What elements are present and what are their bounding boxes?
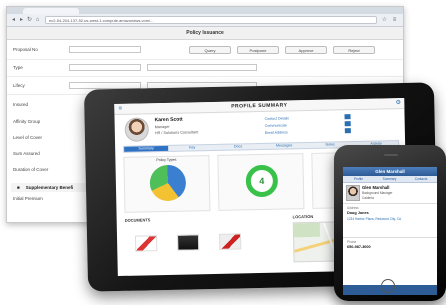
- settings-icon[interactable]: ⚙: [394, 99, 402, 107]
- profile-name: Karen Scott: [154, 116, 183, 124]
- phone-title: Glen Marshall: [343, 167, 437, 176]
- divider: [7, 59, 403, 60]
- pie-chart: [149, 164, 187, 202]
- chat-icon[interactable]: [344, 128, 351, 134]
- field-label: Initial Premium: [13, 196, 43, 201]
- address-bar[interactable]: ec2-54-204-137-52.us-west-1.compute.amaz…: [45, 16, 377, 24]
- mail-icon[interactable]: [344, 121, 351, 127]
- reload-icon[interactable]: ↻: [26, 16, 33, 24]
- document-thumbnail[interactable]: [134, 235, 158, 252]
- email-link[interactable]: Email Address: [265, 130, 288, 134]
- field-label: Insured: [13, 102, 29, 107]
- avatar: [346, 185, 360, 201]
- home-icon[interactable]: ⌂: [34, 16, 41, 24]
- address-name: Doug Jones: [347, 211, 369, 215]
- section-marker: ■: [17, 185, 20, 190]
- tab-docs[interactable]: Docs: [216, 144, 260, 150]
- back-icon[interactable]: ◂: [10, 16, 17, 24]
- policy-types-panel[interactable]: Policy Types: [123, 155, 211, 213]
- contact-role: Background Manager: [362, 191, 393, 195]
- field-label: Level of Cover: [13, 135, 43, 140]
- query-button[interactable]: Query: [189, 46, 231, 54]
- type-input[interactable]: [69, 64, 141, 71]
- forward-icon[interactable]: ▸: [18, 16, 25, 24]
- field-label: Affinity Group: [13, 119, 41, 124]
- type-detail-input[interactable]: [147, 64, 257, 71]
- contact-company: Calderia: [362, 196, 374, 200]
- donut-value: 4: [259, 175, 265, 187]
- reject-button[interactable]: Reject: [333, 46, 375, 54]
- field-label: Sum Assured: [13, 151, 40, 156]
- phone-device: Glen Marshall Profile Summary Contacts G…: [334, 145, 446, 301]
- phone-speaker: [384, 154, 398, 156]
- contact-name: Glen Marshall: [362, 185, 390, 190]
- tab-key[interactable]: Key: [170, 145, 214, 151]
- documents-title: DOCUMENTS: [124, 217, 151, 223]
- postpone-button[interactable]: Postpone: [237, 46, 279, 54]
- menu-icon[interactable]: ≡: [391, 16, 398, 24]
- divider: [7, 76, 403, 77]
- contact-link[interactable]: Contact Details: [265, 116, 289, 121]
- tab-summary[interactable]: Summary: [374, 176, 405, 182]
- field-label: Lifecy: [13, 83, 25, 88]
- field-label: Duration of Cover: [13, 167, 49, 172]
- approve-button[interactable]: Approve: [285, 46, 327, 54]
- phone-tab-bar: Profile Summary Contacts: [343, 176, 437, 183]
- phone-label: Phone: [347, 240, 357, 244]
- document-thumbnail[interactable]: [218, 233, 242, 250]
- menu-icon[interactable]: ≡: [116, 105, 124, 113]
- address-label: Address: [347, 206, 359, 210]
- profile-role: Manager: [154, 124, 170, 130]
- document-thumbnail[interactable]: [176, 234, 200, 251]
- panel-title: Policy Types: [156, 157, 177, 163]
- field-label: Type: [13, 65, 23, 70]
- star-icon[interactable]: ☆: [381, 16, 388, 24]
- page-title: Policy Issuance: [7, 27, 403, 40]
- count-panel[interactable]: 4: [217, 153, 305, 211]
- address-link[interactable]: 1234 Harbor Plaza, Redwood City, CA: [347, 217, 433, 221]
- phone-screen: Glen Marshall Profile Summary Contacts G…: [343, 167, 437, 295]
- avatar: [124, 117, 150, 142]
- field-label: Proposal No: [13, 47, 38, 52]
- divider: [343, 237, 437, 238]
- proposal-no-input[interactable]: [69, 46, 141, 53]
- tablet-title: PROFILE SUMMARY: [114, 97, 405, 116]
- tab-messages[interactable]: Messages: [262, 143, 306, 149]
- tab-contacts[interactable]: Contacts: [405, 176, 437, 182]
- location-title: LOCATION: [292, 213, 314, 220]
- communicate-link[interactable]: Communicate: [265, 123, 287, 127]
- phone-icon[interactable]: [344, 114, 351, 120]
- phone-number[interactable]: 650-987-3000: [347, 245, 371, 249]
- divider: [343, 203, 437, 204]
- tab-profile[interactable]: Profile: [343, 176, 374, 182]
- home-button[interactable]: [381, 279, 395, 293]
- profile-title: HR / Solutions Consultant: [154, 130, 199, 136]
- section-label: Supplementary Benefi: [25, 185, 74, 190]
- tab-summary[interactable]: Summary: [124, 145, 169, 152]
